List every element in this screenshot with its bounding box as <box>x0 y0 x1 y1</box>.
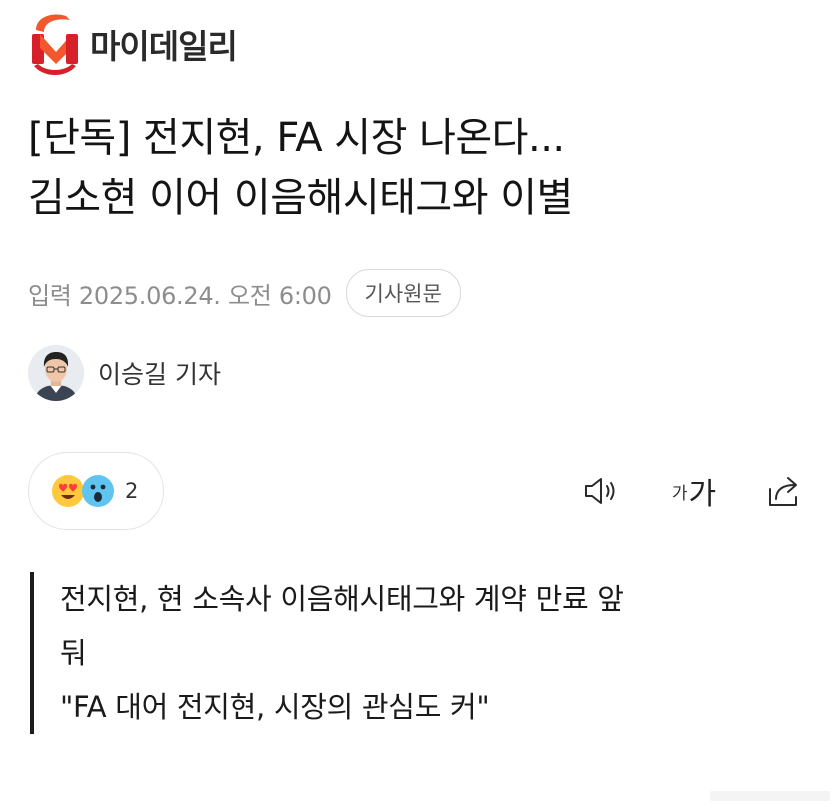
publisher-name: 마이데일리 <box>90 27 238 66</box>
heart-eyes-emoji-icon <box>52 475 84 507</box>
reaction-count: 2 <box>125 479 139 503</box>
reaction-button[interactable]: 2 <box>28 452 164 530</box>
reporter-photo-icon <box>28 345 84 401</box>
font-size-button[interactable]: 가 가 <box>664 468 724 514</box>
subheading-line: 둬 <box>60 636 87 670</box>
headline-line-1: [단독] 전지현, FA 시장 나온다... <box>28 115 565 161</box>
watermark-icon <box>710 791 830 801</box>
headline-line-2: 김소현 이어 이음해시태그와 이별 <box>28 175 573 221</box>
font-size-large-label: 가 <box>688 477 717 512</box>
published-date: 입력 2025.06.24. 오전 6:00 <box>28 281 332 310</box>
subheading-line: "FA 대어 전지현, 시장의 관심도 커" <box>60 690 490 724</box>
original-article-button[interactable]: 기사원문 <box>345 269 461 317</box>
article-subheading: 전지현, 현 소속사 이음해시태그와 계약 만료 앞 둬 "FA 대어 전지현,… <box>30 572 800 734</box>
reporter-avatar <box>28 345 84 401</box>
reporter-byline[interactable]: 이승길 기자 <box>28 344 221 402</box>
surprised-emoji-icon <box>82 475 114 507</box>
article-headline: [단독] 전지현, FA 시장 나온다... 김소현 이어 이음해시태그와 이별 <box>28 108 818 228</box>
share-button[interactable] <box>760 468 808 514</box>
share-icon <box>769 477 797 506</box>
subheading-line: 전지현, 현 소속사 이음해시태그와 계약 만료 앞 <box>60 582 624 616</box>
font-size-small-label: 가 <box>671 483 688 504</box>
mydaily-m-logo-icon <box>32 14 78 75</box>
speaker-icon <box>585 478 615 504</box>
listen-button[interactable] <box>578 468 626 514</box>
publisher-logo[interactable]: 마이데일리 <box>26 8 238 80</box>
reporter-name: 이승길 기자 <box>98 360 221 389</box>
article-meta: 입력 2025.06.24. 오전 6:00 기사원문 <box>28 268 461 318</box>
